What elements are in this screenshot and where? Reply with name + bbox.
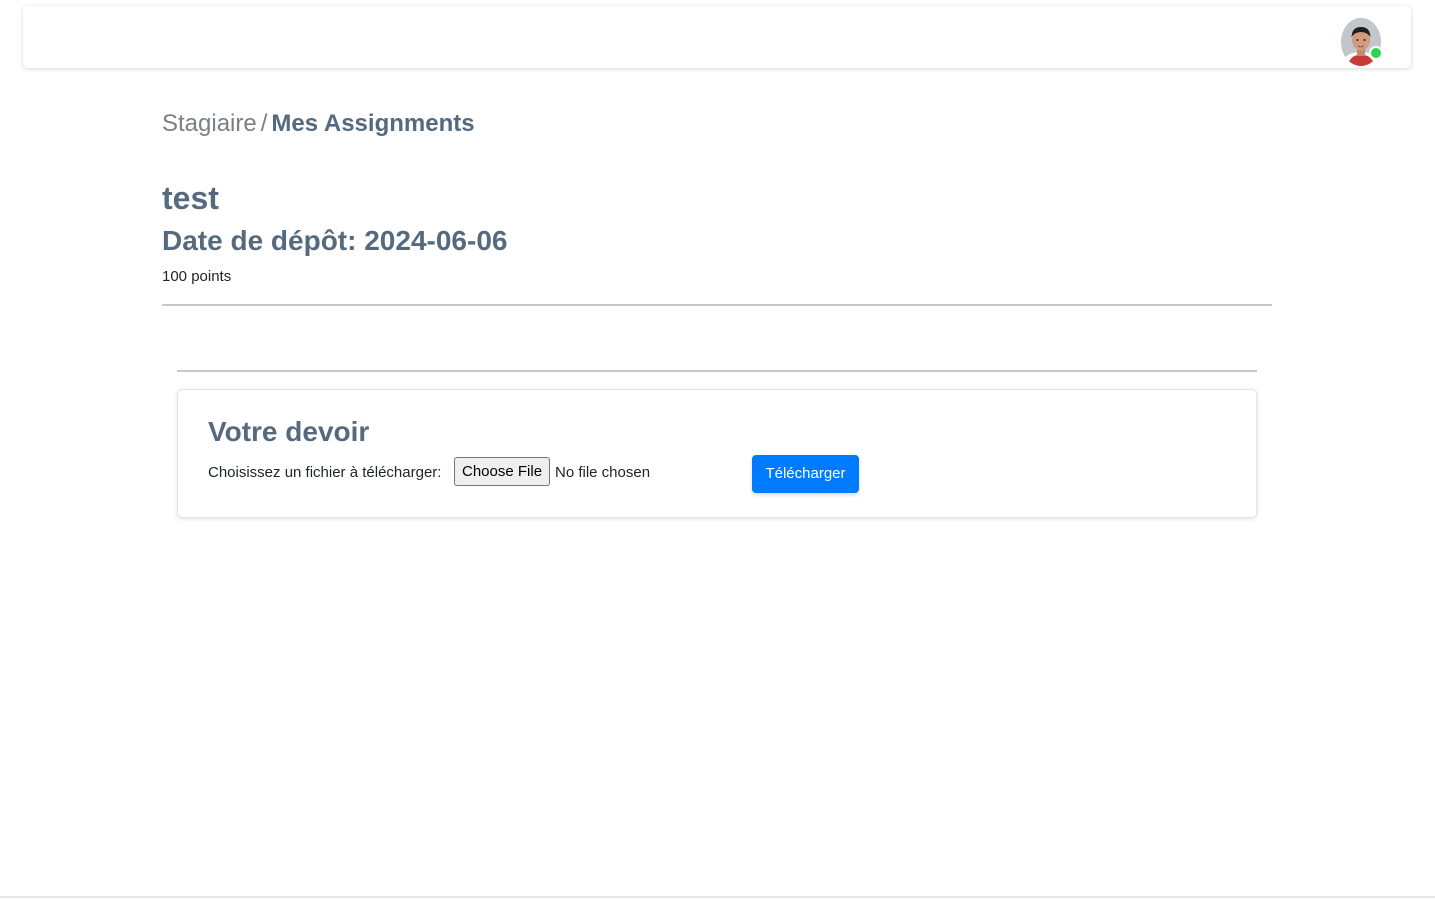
assignment-points: 100 points [162,268,232,285]
user-avatar-button[interactable] [1341,18,1383,66]
divider [162,304,1272,306]
breadcrumb-separator: / [260,110,268,137]
assignment-due-date: Date de dépôt: 2024-06-06 [162,225,508,256]
submission-heading: Votre devoir [208,416,370,447]
file-upload-label: Choisissez un fichier à télécharger: [208,464,442,481]
breadcrumb-root: Stagiaire [162,110,257,137]
breadcrumb: Stagiaire / Mes Assignments [162,108,475,140]
page: Stagiaire / Mes Assignments test Date de d… [0,0,1435,900]
file-status-text: No file chosen [555,464,651,481]
breadcrumb-current: Mes Assignments [271,110,475,137]
assignment-title: test [162,180,219,216]
choose-file-button[interactable]: Choose File [454,457,551,486]
page-bottom-border [0,896,1435,898]
divider [177,370,1257,372]
top-navbar [23,6,1411,68]
submission-card: Votre devoir Choisissez un fichier à tél… [177,389,1257,518]
upload-button[interactable]: Télécharger [752,455,859,493]
online-status-dot [1369,46,1383,60]
